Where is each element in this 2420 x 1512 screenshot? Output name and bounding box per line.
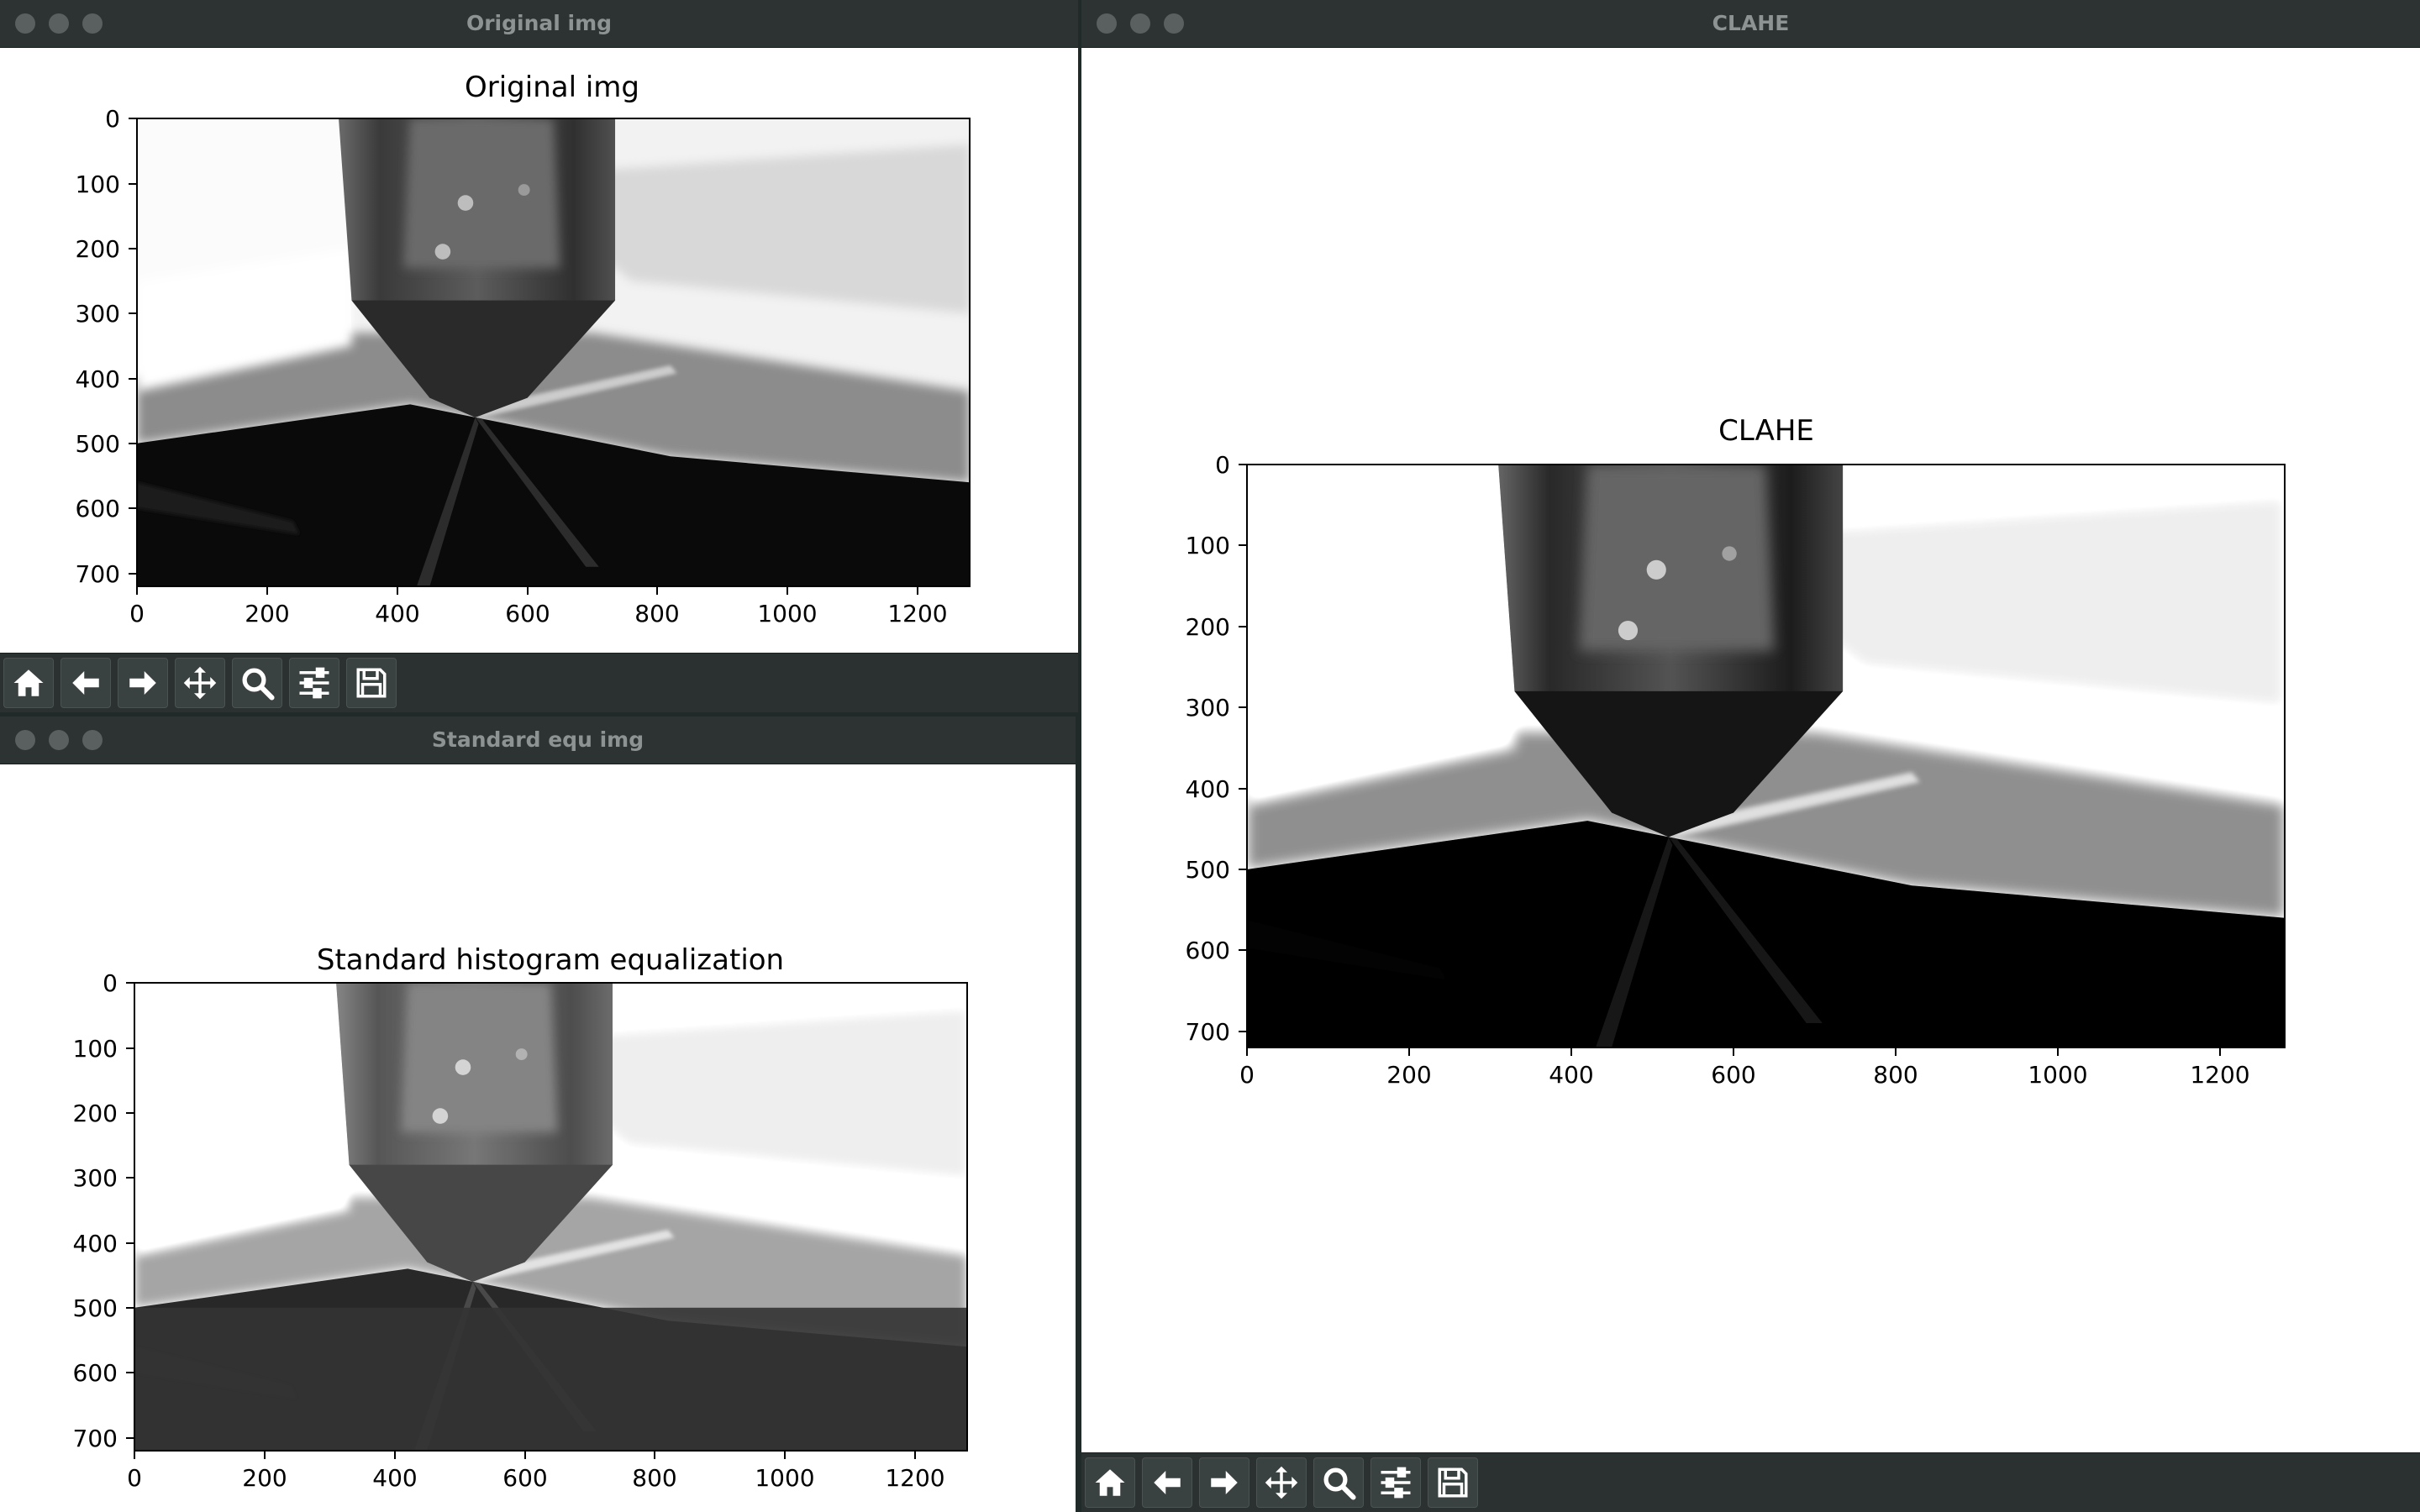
x-tick-label: 600	[1711, 1061, 1755, 1089]
x-tick-label: 0	[129, 600, 145, 627]
save-disk-icon	[354, 665, 389, 701]
configure-subplots-button[interactable]	[289, 658, 339, 708]
navigation-toolbar	[1081, 1452, 2420, 1512]
titlebar[interactable]: CLAHE	[1081, 0, 2420, 48]
x-tick-label: 400	[1549, 1061, 1593, 1089]
x-tick-label: 1200	[885, 1464, 944, 1492]
x-tick-label: 1000	[755, 1464, 814, 1492]
zoom-magnifier-icon	[1321, 1465, 1356, 1500]
window-title: Original img	[466, 11, 613, 35]
forward-arrow-icon	[1207, 1465, 1242, 1500]
save-button[interactable]	[346, 658, 397, 708]
y-tick-label: 500	[73, 1294, 118, 1322]
pan-move-icon	[1264, 1465, 1299, 1500]
y-tick-label: 200	[1186, 613, 1230, 641]
x-tick-label: 200	[1386, 1061, 1431, 1089]
plot-axes[interactable]: Standard histogram equalization 0 200 40…	[0, 764, 1076, 1512]
forward-arrow-icon	[125, 665, 160, 701]
pan-button[interactable]	[1256, 1457, 1307, 1508]
navigation-toolbar	[0, 653, 1078, 712]
window-original: Original img Original img 0 200 400 600 …	[0, 0, 1078, 712]
y-tick-label: 100	[1186, 532, 1230, 559]
y-tick-label: 500	[76, 430, 120, 458]
y-tick-label: 0	[103, 969, 118, 997]
back-button[interactable]	[1142, 1457, 1192, 1508]
x-tick-label: 1200	[887, 600, 947, 627]
zoom-button[interactable]	[1313, 1457, 1364, 1508]
x-tick-label: 200	[245, 600, 289, 627]
window-clahe: CLAHE CLAHE 0 200 400 600 800 1000 1200 …	[1081, 0, 2420, 1512]
x-tick-label: 600	[505, 600, 550, 627]
x-tick-label: 800	[634, 600, 679, 627]
x-tick-label: 1000	[2028, 1061, 2087, 1089]
y-tick-label: 0	[105, 105, 120, 133]
x-tick-label: 400	[372, 1464, 417, 1492]
plot-axes[interactable]: CLAHE 0 200 400 600 800 1000 1200 0 100 …	[1081, 48, 2420, 1451]
x-tick-label: 800	[632, 1464, 676, 1492]
image-display	[1247, 465, 2285, 1047]
x-tick-label: 0	[127, 1464, 142, 1492]
figure-canvas[interactable]: Original img 0 200 400 600 800 1000 1200	[0, 48, 1078, 653]
titlebar[interactable]: Standard equ img	[0, 717, 1076, 764]
back-button[interactable]	[60, 658, 111, 708]
window-title: CLAHE	[1712, 11, 1790, 35]
x-tick-label: 1200	[2190, 1061, 2249, 1089]
y-tick-label: 100	[73, 1035, 118, 1063]
home-icon	[11, 665, 46, 701]
y-tick-label: 300	[76, 300, 120, 328]
x-tick-label: 600	[502, 1464, 547, 1492]
forward-button[interactable]	[118, 658, 168, 708]
x-tick-label: 400	[375, 600, 419, 627]
configure-sliders-icon	[1378, 1465, 1413, 1500]
x-tick-label: 1000	[757, 600, 817, 627]
x-tick-label: 200	[242, 1464, 287, 1492]
plot-title: Standard histogram equalization	[317, 943, 784, 977]
y-tick-label: 300	[1186, 694, 1230, 722]
y-tick-label: 500	[1186, 856, 1230, 884]
y-tick-label: 200	[76, 235, 120, 263]
plot-axes[interactable]: Original img 0 200 400 600 800 1000 1200	[0, 48, 1078, 653]
back-arrow-icon	[68, 665, 103, 701]
window-standard-equalization: Standard equ img Standard histogram equa…	[0, 717, 1076, 1512]
y-tick-label: 700	[76, 560, 120, 588]
home-button[interactable]	[3, 658, 54, 708]
y-tick-label: 400	[76, 365, 120, 393]
home-icon	[1092, 1465, 1128, 1500]
x-tick-label: 0	[1239, 1061, 1255, 1089]
x-tick-label: 800	[1873, 1061, 1918, 1089]
image-display	[134, 983, 967, 1451]
configure-subplots-button[interactable]	[1370, 1457, 1421, 1508]
y-tick-label: 600	[73, 1359, 118, 1387]
titlebar[interactable]: Original img	[0, 0, 1078, 48]
y-tick-label: 100	[76, 171, 120, 198]
zoom-magnifier-icon	[239, 665, 275, 701]
y-tick-label: 400	[73, 1230, 118, 1257]
y-tick-label: 700	[73, 1425, 118, 1452]
pan-button[interactable]	[175, 658, 225, 708]
figure-canvas[interactable]: CLAHE 0 200 400 600 800 1000 1200 0 100 …	[1081, 48, 2420, 1451]
y-tick-label: 400	[1186, 775, 1230, 803]
y-tick-label: 600	[1186, 937, 1230, 964]
save-button[interactable]	[1428, 1457, 1478, 1508]
y-tick-label: 300	[73, 1164, 118, 1192]
figure-canvas[interactable]: Standard histogram equalization 0 200 40…	[0, 764, 1076, 1512]
y-tick-label: 200	[73, 1100, 118, 1127]
window-title: Standard equ img	[431, 727, 644, 752]
zoom-button[interactable]	[232, 658, 282, 708]
home-button[interactable]	[1085, 1457, 1135, 1508]
y-tick-label: 0	[1215, 451, 1230, 479]
plot-title: Original img	[465, 71, 639, 104]
y-tick-label: 600	[76, 495, 120, 522]
forward-button[interactable]	[1199, 1457, 1249, 1508]
plot-title: CLAHE	[1718, 414, 1814, 448]
configure-sliders-icon	[297, 665, 332, 701]
back-arrow-icon	[1150, 1465, 1185, 1500]
pan-move-icon	[182, 665, 218, 701]
save-disk-icon	[1435, 1465, 1470, 1500]
image-display	[137, 118, 970, 586]
y-tick-label: 700	[1186, 1018, 1230, 1046]
